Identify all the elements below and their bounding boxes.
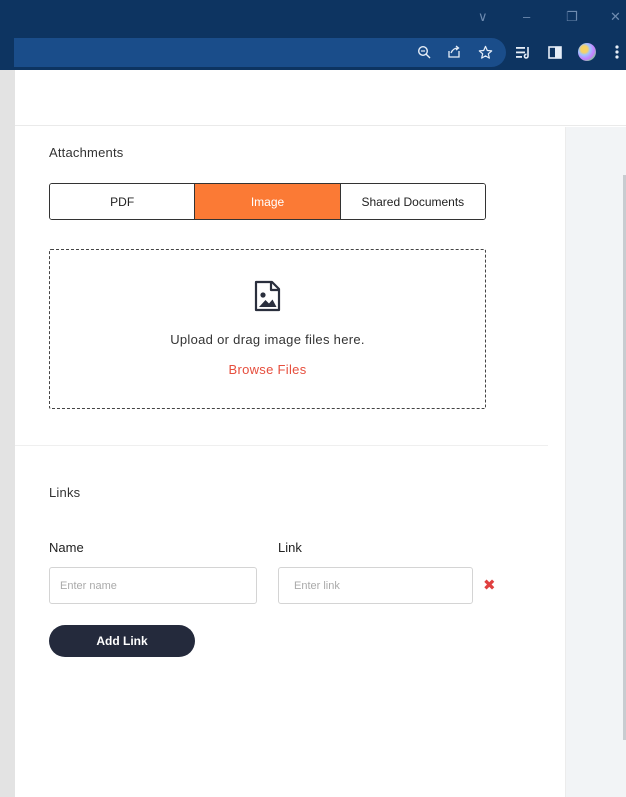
star-icon[interactable] [475,42,495,62]
name-label: Name [49,540,84,555]
zoom-icon[interactable] [414,42,434,62]
page-content [15,70,626,797]
menu-icon[interactable] [607,42,626,62]
link-label: Link [278,540,302,555]
header-divider [15,125,626,126]
tab-pdf[interactable]: PDF [50,184,195,219]
reading-list-icon[interactable] [513,42,533,62]
file-dropzone[interactable]: Upload or drag image files here. Browse … [49,249,486,409]
browse-files-link[interactable]: Browse Files [50,362,485,377]
profile-avatar[interactable] [577,42,597,62]
image-file-icon [254,280,281,312]
restore-button[interactable]: ❐ [566,8,578,26]
close-window-button[interactable]: ✕ [610,8,621,26]
section-divider [15,445,548,446]
add-link-button[interactable]: Add Link [49,625,195,657]
links-title: Links [49,485,81,500]
tab-search-icon[interactable]: ∨ [478,8,488,26]
tab-image[interactable]: Image [194,184,340,219]
share-icon[interactable] [444,42,464,62]
left-gutter [0,70,15,797]
link-name-input[interactable] [49,567,257,604]
right-side-panel [565,127,626,797]
side-panel-icon[interactable] [545,42,565,62]
link-url-input[interactable] [278,567,473,604]
attachments-title: Attachments [49,145,124,160]
browser-titlebar: ∨ – ❐ ✕ [0,0,626,35]
minimize-button[interactable]: – [523,8,530,26]
tab-shared-documents[interactable]: Shared Documents [339,184,485,219]
remove-link-icon[interactable]: ✖ [483,578,496,593]
attachment-type-tabs: PDF Image Shared Documents [49,183,486,220]
dropzone-instructions: Upload or drag image files here. [170,332,365,347]
